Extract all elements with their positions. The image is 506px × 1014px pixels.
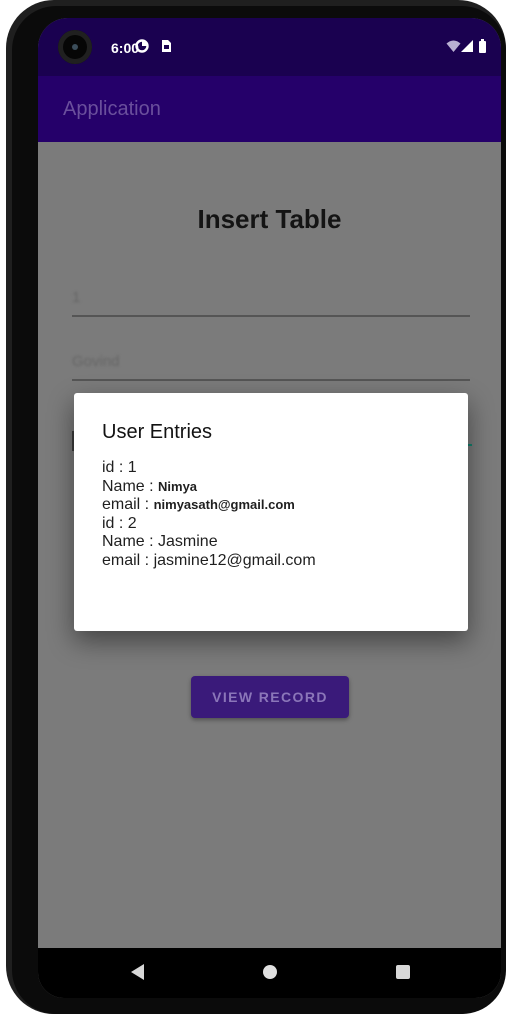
wifi-icon bbox=[446, 40, 461, 52]
id-field-value: 1 bbox=[72, 289, 81, 306]
entry-id: id : 2 bbox=[102, 514, 137, 532]
recents-icon[interactable] bbox=[396, 965, 410, 979]
entry-email: email : jasmine12@gmail.com bbox=[102, 551, 316, 569]
entry-email-value: nimyasath@gmail.com bbox=[153, 497, 295, 512]
entry-name-value: Jasmine bbox=[158, 533, 218, 550]
view-record-button[interactable]: VIEW RECORD bbox=[191, 676, 349, 718]
entry-name: Name : Jasmine bbox=[102, 533, 218, 550]
status-bar bbox=[38, 18, 501, 76]
app-title: Application bbox=[63, 98, 161, 120]
user-entries-dialog: User Entries id : 1 Name : Nimya email :… bbox=[74, 393, 468, 631]
name-field[interactable]: Govind bbox=[72, 351, 470, 381]
id-field[interactable]: 1 bbox=[72, 287, 470, 317]
camera-icon bbox=[58, 30, 92, 64]
page-title: Insert Table bbox=[197, 204, 342, 234]
sim-card-icon bbox=[162, 40, 171, 52]
entry-email-value: jasmine12@gmail.com bbox=[153, 551, 316, 569]
name-field-value: Govind bbox=[72, 353, 120, 370]
entry-name-value: Nimya bbox=[158, 478, 198, 494]
screen: 6:00 Application Insert Table 1 Govind V… bbox=[38, 18, 501, 998]
entry-name: Name : Nimya bbox=[102, 477, 198, 495]
dialog-title: User Entries bbox=[102, 421, 213, 443]
entry-id: id : 1 bbox=[102, 459, 137, 476]
dialog-body: id : 1 Name : Nimya email : nimyasath@gm… bbox=[102, 459, 316, 570]
signal-icon bbox=[461, 40, 473, 52]
battery-icon bbox=[479, 39, 486, 53]
home-icon[interactable] bbox=[263, 965, 277, 979]
phone-frame: 6:00 Application Insert Table 1 Govind V… bbox=[6, 0, 506, 1014]
back-icon[interactable] bbox=[131, 964, 144, 980]
entry-email: email : nimyasath@gmail.com bbox=[102, 496, 295, 513]
data-saver-icon bbox=[135, 39, 149, 53]
